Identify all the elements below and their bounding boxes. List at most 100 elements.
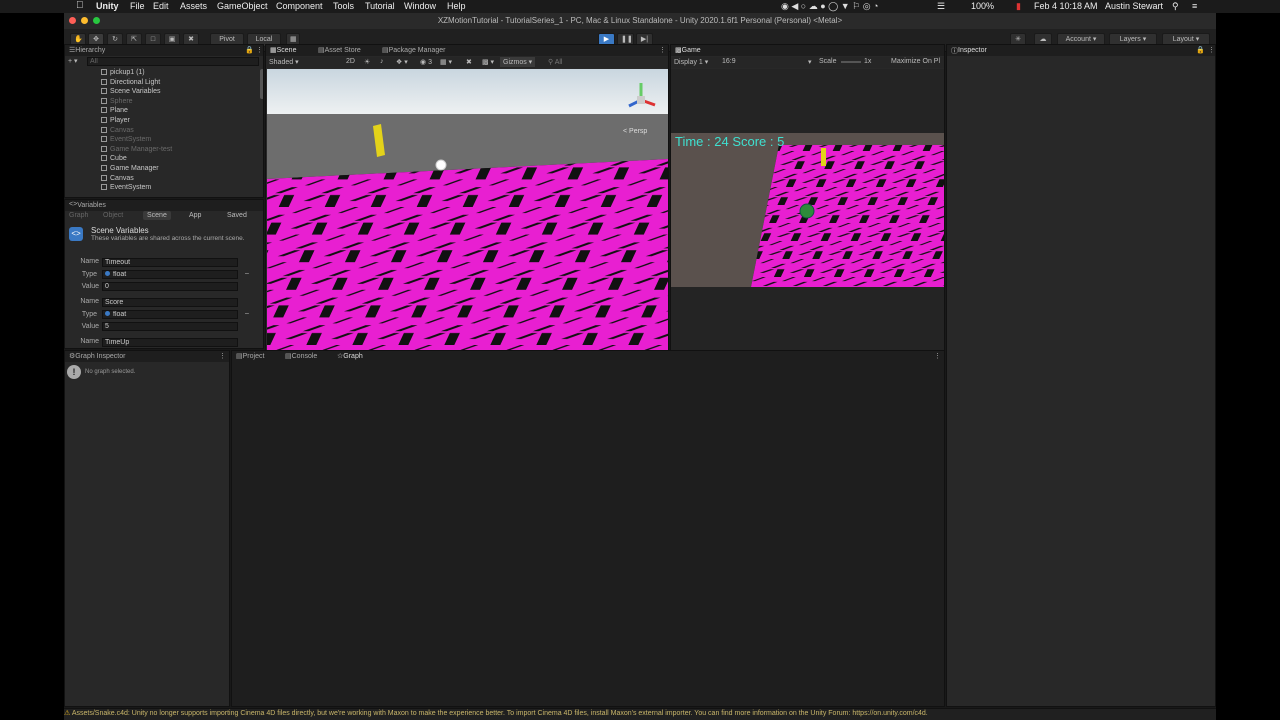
- menu-component[interactable]: Component: [276, 1, 323, 11]
- scene-viewport[interactable]: < Persp: [267, 69, 669, 351]
- variable-name-field[interactable]: Score: [102, 298, 238, 307]
- graph-inspector-menu-icon[interactable]: ⋮: [219, 352, 226, 360]
- subtab-object[interactable]: Object: [103, 212, 123, 219]
- aspect-dropdown-arrow[interactable]: ▾: [808, 58, 812, 66]
- variable-value-field[interactable]: 0: [102, 282, 238, 291]
- window-title: XZMotionTutorial - TutorialSeries_1 - PC…: [437, 16, 843, 25]
- tab-console[interactable]: ▤ Console: [285, 352, 317, 360]
- tab-hierarchy[interactable]: ☰ Hierarchy: [69, 46, 105, 54]
- variable-type-dropdown[interactable]: float: [102, 270, 238, 279]
- variable-value-field[interactable]: 5: [102, 322, 238, 331]
- status-bar[interactable]: ⚠ Assets/Snake.c4d: Unity no longer supp…: [64, 708, 1216, 720]
- scene-skybox: [267, 69, 668, 114]
- menu-tools[interactable]: Tools: [333, 1, 354, 11]
- hierarchy-item[interactable]: pickup1 (1): [101, 69, 145, 76]
- tab-project[interactable]: ▤ Project: [236, 352, 264, 360]
- hierarchy-item-label: Player: [110, 117, 130, 124]
- inspector-menu-icon[interactable]: ⋮: [1208, 46, 1215, 54]
- hierarchy-item[interactable]: Canvas: [101, 126, 134, 134]
- tab-game[interactable]: ▩ Game: [675, 46, 701, 54]
- subtab-app[interactable]: App: [189, 212, 201, 219]
- grid-icon[interactable]: ▦ ▾: [440, 58, 452, 66]
- control-center-icon[interactable]: ≡: [1192, 1, 1197, 11]
- scale-slider[interactable]: [841, 61, 861, 63]
- menu-app-name[interactable]: Unity: [96, 1, 119, 11]
- persp-label[interactable]: < Persp: [623, 128, 647, 135]
- lock-icon[interactable]: 🔒: [245, 46, 254, 54]
- apple-icon[interactable]: : [76, 0, 84, 11]
- minimize-button[interactable]: [81, 17, 88, 24]
- tab-graph[interactable]: ☆ Graph: [337, 352, 363, 360]
- hierarchy-item[interactable]: Sphere: [101, 97, 133, 105]
- toggle-2d-button[interactable]: 2D: [346, 58, 355, 65]
- gameobject-icon: [101, 97, 107, 104]
- subtab-saved[interactable]: Saved: [227, 212, 247, 219]
- clock[interactable]: Feb 4 10:18 AM: [1034, 1, 1098, 11]
- game-viewport[interactable]: Time : 24 Score : 5: [671, 133, 945, 287]
- menu-file[interactable]: File: [130, 1, 145, 11]
- variable-type-dropdown[interactable]: float: [102, 310, 238, 319]
- wifi-icon[interactable]: ☰: [937, 1, 945, 12]
- aspect-dropdown[interactable]: 16:9: [722, 58, 736, 65]
- graph-inspector-tabbar: ⚙ Graph Inspector ⋮: [65, 351, 229, 362]
- audio-icon[interactable]: ♪: [380, 58, 384, 65]
- status-icons[interactable]: ◉ ◀ ○ ☁ ● ◯ ▼ ⚐ ◎ ◔: [781, 1, 879, 12]
- menu-window[interactable]: Window: [404, 1, 436, 11]
- gizmos-dropdown[interactable]: Gizmos ▾: [500, 57, 536, 67]
- shading-dropdown[interactable]: Shaded ▾: [269, 58, 299, 66]
- menu-edit[interactable]: Edit: [153, 1, 169, 11]
- hierarchy-item[interactable]: Cube: [101, 155, 127, 162]
- hierarchy-item[interactable]: Scene Variables: [101, 88, 160, 95]
- camera-icon[interactable]: ▩ ▾: [482, 58, 494, 66]
- add-object-button[interactable]: + ▾: [68, 57, 78, 65]
- scene-menu-icon[interactable]: ⋮: [659, 46, 666, 54]
- panel-menu-icon[interactable]: ⋮: [256, 46, 263, 54]
- display-dropdown[interactable]: Display 1 ▾: [674, 58, 708, 66]
- tab-scene[interactable]: ▦ Scene: [270, 46, 296, 54]
- menu-help[interactable]: Help: [447, 1, 466, 11]
- effects-icon[interactable]: ❖ ▾: [396, 58, 408, 66]
- hierarchy-item[interactable]: Canvas: [101, 174, 134, 182]
- remove-variable-button[interactable]: –: [245, 270, 249, 277]
- hidden-objects-icon[interactable]: ◉ 3: [420, 58, 432, 66]
- spotlight-icon[interactable]: ⚲: [1172, 1, 1179, 12]
- tab-variables[interactable]: <> Variables: [69, 201, 106, 209]
- hierarchy-search-input[interactable]: All: [87, 57, 259, 66]
- layout-label: Layout: [1172, 36, 1194, 43]
- tab-package-manager[interactable]: ▤ Package Manager: [382, 46, 445, 54]
- hierarchy-item[interactable]: Directional Light: [101, 78, 160, 86]
- zoom-button[interactable]: [93, 17, 100, 24]
- lighting-icon[interactable]: ☀: [364, 58, 370, 66]
- maximize-on-play-toggle[interactable]: Maximize On Pl: [891, 58, 940, 65]
- hierarchy-item[interactable]: Game Manager-test: [101, 145, 172, 153]
- hierarchy-scrollbar[interactable]: [260, 69, 263, 99]
- battery-level[interactable]: 100%: [971, 1, 994, 11]
- hierarchy-item[interactable]: Player: [101, 117, 130, 124]
- subtab-graph[interactable]: Graph: [69, 212, 88, 219]
- tools-icon[interactable]: ✖: [466, 58, 472, 66]
- menu-assets[interactable]: Assets: [180, 1, 207, 11]
- user-name[interactable]: Austin Stewart: [1105, 1, 1163, 11]
- inspector-lock-icon[interactable]: 🔒: [1196, 46, 1205, 54]
- menu-gameobject[interactable]: GameObject: [217, 1, 268, 11]
- light-gizmo-icon[interactable]: [435, 159, 447, 171]
- scene-search-placeholder: All: [554, 59, 563, 66]
- close-button[interactable]: [69, 17, 76, 24]
- variable-name-field[interactable]: TimeUp: [102, 338, 238, 347]
- hierarchy-item[interactable]: EventSystem: [101, 136, 151, 143]
- scene-variables-icon: <>: [69, 227, 83, 241]
- variable-name-field[interactable]: Timeout: [102, 258, 238, 267]
- tab-asset-store[interactable]: ▤ Asset Store: [318, 46, 361, 54]
- hierarchy-item[interactable]: Plane: [101, 107, 128, 114]
- tab-inspector[interactable]: ⓘ Inspector: [951, 46, 987, 56]
- bottom-menu-icon[interactable]: ⋮: [934, 352, 941, 360]
- scene-search-input[interactable]: ⚲ All: [548, 58, 562, 66]
- subtab-scene[interactable]: Scene: [143, 211, 171, 220]
- tab-graph-inspector[interactable]: ⚙ Graph Inspector: [69, 352, 125, 360]
- menu-tutorial[interactable]: Tutorial: [365, 1, 395, 11]
- desktop:  Unity File Edit Assets GameObject Comp…: [0, 0, 1280, 720]
- hierarchy-item[interactable]: Game Manager: [101, 165, 159, 172]
- remove-variable-button[interactable]: –: [245, 310, 249, 317]
- flag-icon[interactable]: ▮: [1016, 1, 1021, 12]
- hierarchy-item[interactable]: EventSystem: [101, 184, 151, 191]
